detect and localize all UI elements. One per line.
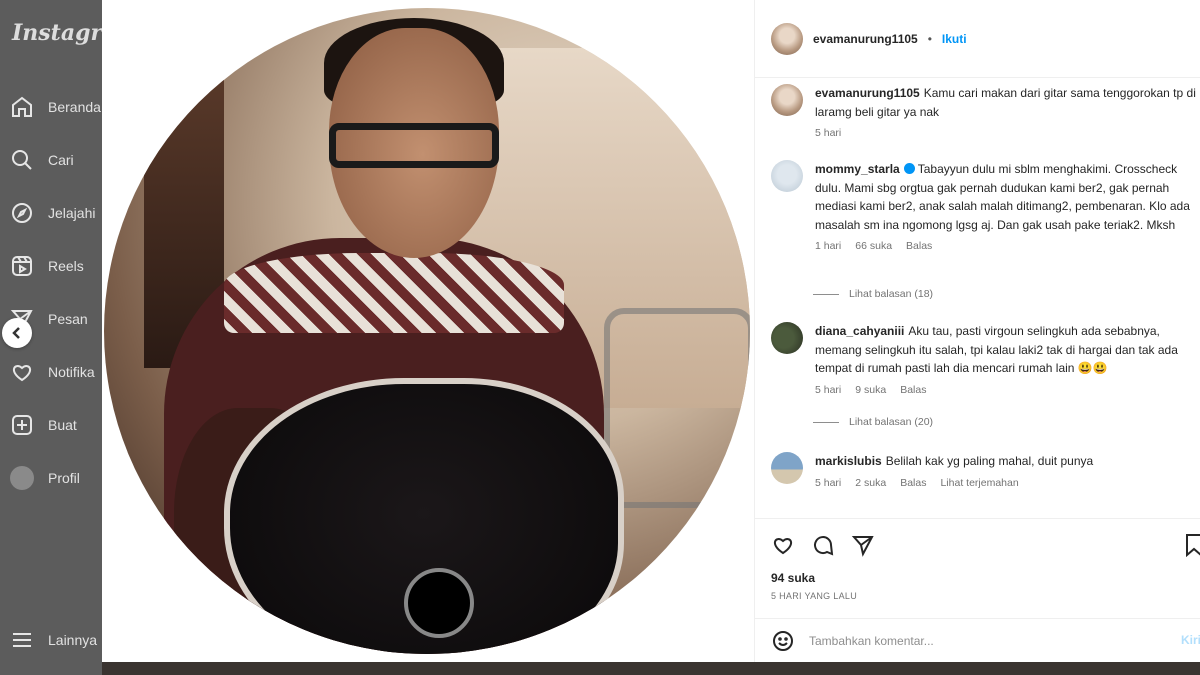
- avatar[interactable]: [771, 22, 803, 55]
- chevron-left-icon: [12, 327, 20, 339]
- sidebar-item-label: Jelajahi: [48, 205, 96, 221]
- post-media: [102, 0, 754, 662]
- add-comment-bar: Tambahkan komentar... Kirim: [755, 618, 1200, 662]
- comment-input[interactable]: Tambahkan komentar...: [809, 634, 934, 648]
- follow-button[interactable]: Ikuti: [942, 32, 967, 46]
- avatar[interactable]: [771, 84, 803, 116]
- view-replies-label: Lihat balasan (18): [849, 288, 934, 300]
- caption-text: evamanurung1105 Kamu cari makan dari gita…: [815, 84, 1200, 121]
- sidebar-item-label: Lainnya: [48, 632, 98, 648]
- comment-meta: 5 hari 9 suka Balas: [815, 384, 1200, 396]
- caption: evamanurung1105 Kamu cari makan dari gita…: [771, 84, 1200, 139]
- sidebar-item-label: Cari: [48, 152, 74, 168]
- share-icon[interactable]: [851, 533, 875, 557]
- list-item: diana_cahyaniii Aku tau, pasti virgoun se…: [771, 322, 1200, 396]
- comment-time: 5 hari: [815, 383, 842, 396]
- emoji-icon[interactable]: [771, 629, 795, 653]
- comment-text: mommy_starla Tabayyun dulu mi sblm mengha…: [815, 160, 1200, 234]
- reply-button[interactable]: Balas: [900, 477, 926, 489]
- comment-likes[interactable]: 9 suka: [855, 384, 886, 396]
- photo-sweater-pattern: [224, 253, 564, 333]
- avatar[interactable]: [771, 452, 803, 484]
- background-feed-bottom: [102, 662, 1200, 675]
- comment-time: 5 hari: [815, 127, 842, 139]
- comment-username[interactable]: diana_cahyaniii: [815, 324, 904, 338]
- comment-username[interactable]: mommy_starla: [815, 162, 900, 176]
- comment-likes[interactable]: 2 suka: [855, 477, 886, 489]
- post-header: evamanurung1105 • Ikuti: [755, 0, 1200, 78]
- reply-button[interactable]: Balas: [900, 384, 926, 396]
- avatar[interactable]: [771, 322, 803, 354]
- avatar[interactable]: [771, 160, 803, 192]
- divider: [813, 293, 839, 295]
- list-item: mommy_starla Tabayyun dulu mi sblm mengha…: [771, 160, 1200, 252]
- sidebar-item-cari[interactable]: Cari: [10, 148, 74, 172]
- view-replies-label: Lihat balasan (20): [849, 416, 934, 428]
- post-side-panel: evamanurung1105 • Ikuti evamanurung1105 K…: [754, 0, 1200, 662]
- plus-icon: [12, 415, 32, 435]
- post-author[interactable]: evamanurung1105: [813, 32, 918, 46]
- previous-post-button[interactable]: [2, 318, 32, 348]
- comment-body: Belilah kak yg paling mahal, duit punya: [885, 454, 1094, 468]
- sidebar-item-label: Reels: [48, 258, 84, 274]
- comments-list[interactable]: evamanurung1105 Kamu cari makan dari gita…: [755, 78, 1200, 518]
- comment-username[interactable]: markislubis: [815, 454, 882, 468]
- comment-meta: 1 hari 66 suka Balas: [815, 240, 1200, 252]
- search-icon: [12, 150, 32, 170]
- instagram-page: Instagram Beranda Cari Jelajahi Reels Pe…: [0, 0, 1200, 675]
- comment-likes[interactable]: 66 suka: [855, 240, 892, 252]
- home-icon: [12, 96, 32, 117]
- sidebar-item-label: Profil: [48, 470, 80, 486]
- sidebar-item-lainnya[interactable]: Lainnya: [10, 628, 97, 652]
- avatar: [10, 466, 34, 490]
- likes-count[interactable]: 94 suka: [771, 571, 815, 585]
- separator-dot: •: [927, 31, 932, 46]
- sidebar-item-profil[interactable]: Profil: [10, 466, 80, 490]
- comment-username[interactable]: evamanurung1105: [815, 86, 920, 100]
- comment-time: 1 hari: [815, 240, 842, 252]
- save-button[interactable]: [1183, 533, 1200, 560]
- sidebar-item-jelajahi[interactable]: Jelajahi: [10, 201, 95, 225]
- comment-icon[interactable]: [811, 533, 835, 557]
- sidebar-item-label: Beranda: [48, 99, 101, 115]
- verified-badge-icon: [903, 163, 915, 174]
- view-replies-button[interactable]: Lihat balasan (20): [813, 416, 933, 428]
- comment-text: diana_cahyaniii Aku tau, pasti virgoun se…: [815, 322, 1200, 378]
- post-photo[interactable]: [104, 8, 750, 654]
- comment-time: 5 hari: [815, 476, 842, 489]
- photo-guitar-soundhole: [404, 568, 474, 638]
- divider: [813, 421, 839, 423]
- list-item: markislubis Belilah kak yg paling mahal, …: [771, 452, 1200, 489]
- bookmark-icon: [1186, 534, 1200, 558]
- sidebar-item-notifikasi[interactable]: Notifika: [10, 360, 95, 384]
- post-timestamp: 5 HARI YANG LALU: [771, 591, 857, 601]
- like-heart-icon[interactable]: [771, 533, 795, 557]
- sidebar-item-label: Buat: [48, 417, 77, 433]
- comment-meta: 5 hari 2 suka Balas Lihat terjemahan: [815, 477, 1093, 489]
- translate-button[interactable]: Lihat terjemahan: [940, 477, 1018, 489]
- action-icons: [771, 533, 875, 557]
- view-replies-button[interactable]: Lihat balasan (18): [813, 288, 933, 300]
- comment-text: markislubis Belilah kak yg paling mahal, …: [815, 452, 1093, 471]
- post-comment-button[interactable]: Kirim: [1181, 633, 1200, 647]
- post-modal: evamanurung1105 • Ikuti evamanurung1105 K…: [102, 0, 1200, 662]
- sidebar-item-reels[interactable]: Reels: [10, 254, 84, 278]
- compass-icon: [12, 203, 32, 223]
- post-actions: 94 suka 5 HARI YANG LALU: [755, 518, 1200, 618]
- reply-button[interactable]: Balas: [906, 240, 932, 252]
- sidebar-item-label: Pesan: [48, 311, 88, 327]
- sidebar-item-label: Notifika: [48, 364, 95, 380]
- photo-chair: [604, 308, 750, 508]
- sidebar-item-buat[interactable]: Buat: [10, 413, 77, 437]
- menu-icon: [13, 633, 31, 647]
- comment-meta: 5 hari: [815, 127, 1200, 139]
- sidebar-item-beranda[interactable]: Beranda: [10, 95, 101, 119]
- reels-icon: [12, 256, 32, 276]
- photo-glasses: [329, 123, 499, 168]
- heart-icon: [13, 365, 31, 382]
